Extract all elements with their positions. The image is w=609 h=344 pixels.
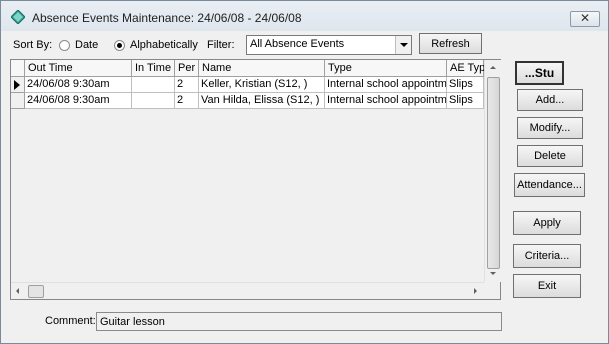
row-indicator[interactable]: [11, 77, 25, 93]
window-title: Absence Events Maintenance: 24/06/08 - 2…: [32, 11, 302, 25]
column-header-per[interactable]: Per: [175, 60, 199, 77]
table-cell[interactable]: Internal school appointme: [325, 93, 447, 109]
student-button-label: ...Stu: [524, 66, 555, 80]
sort-alphabetically-label: Alphabetically: [130, 39, 198, 51]
delete-button[interactable]: Delete: [517, 145, 583, 167]
table-cell[interactable]: [132, 93, 175, 109]
comment-field[interactable]: Guitar lesson: [96, 312, 502, 331]
apply-button-label: Apply: [533, 217, 561, 229]
exit-button-label: Exit: [537, 280, 557, 292]
add-button-label: Add...: [535, 94, 565, 106]
filter-value: All Absence Events: [250, 38, 345, 50]
comment-label: Comment:: [45, 315, 96, 327]
column-header-out-time[interactable]: Out Time: [25, 60, 132, 77]
chevron-down-icon[interactable]: [395, 36, 411, 54]
table-cell[interactable]: Keller, Kristian (S12, ): [199, 77, 325, 93]
attendance-button-label: Attendance...: [517, 179, 582, 191]
absence-events-grid[interactable]: Out Time In Time Per Name Type AE Typ 24…: [10, 59, 501, 300]
close-icon: ✕: [580, 11, 591, 25]
close-button[interactable]: ✕: [570, 11, 600, 27]
scroll-up-icon[interactable]: [490, 66, 496, 69]
criteria-button-label: Criteria...: [524, 250, 570, 262]
app-diamond-icon: [11, 10, 25, 24]
horizontal-scrollbar[interactable]: [11, 282, 484, 299]
table-cell[interactable]: Slips: [447, 93, 484, 109]
sort-date-radio[interactable]: [59, 40, 70, 51]
refresh-button[interactable]: Refresh: [419, 33, 482, 54]
filter-select[interactable]: All Absence Events: [246, 35, 412, 55]
table-cell[interactable]: 24/06/08 9:30am: [25, 93, 132, 109]
table-cell[interactable]: 24/06/08 9:30am: [25, 77, 132, 93]
column-header-in-time[interactable]: In Time: [132, 60, 175, 77]
column-header-type[interactable]: Type: [325, 60, 447, 77]
attendance-button[interactable]: Attendance...: [514, 173, 585, 197]
criteria-button[interactable]: Criteria...: [513, 244, 581, 268]
title-bar: Absence Events Maintenance: 24/06/08 - 2…: [1, 1, 608, 31]
table-cell[interactable]: Internal school appointme: [325, 77, 447, 93]
current-row-arrow-icon: [14, 80, 20, 90]
delete-button-label: Delete: [534, 150, 566, 162]
table-cell[interactable]: Slips: [447, 77, 484, 93]
exit-button[interactable]: Exit: [513, 274, 581, 298]
scroll-left-icon[interactable]: [16, 288, 19, 294]
column-header-name[interactable]: Name: [199, 60, 325, 77]
absence-events-window: Absence Events Maintenance: 24/06/08 - 2…: [0, 0, 609, 344]
sort-alphabetically-radio[interactable]: [114, 40, 125, 51]
scroll-right-icon[interactable]: [474, 288, 477, 294]
comment-value: Guitar lesson: [100, 316, 165, 328]
table-cell[interactable]: 2: [175, 77, 199, 93]
vertical-scroll-thumb[interactable]: [487, 77, 500, 269]
scroll-down-icon[interactable]: [490, 272, 496, 275]
column-header-ae-type[interactable]: AE Typ: [447, 60, 485, 77]
horizontal-scroll-thumb[interactable]: [28, 285, 44, 298]
apply-button[interactable]: Apply: [513, 211, 581, 235]
modify-button-label: Modify...: [529, 122, 571, 134]
vertical-scrollbar[interactable]: [484, 60, 501, 282]
add-button[interactable]: Add...: [517, 89, 583, 111]
filter-label: Filter:: [207, 39, 235, 51]
table-cell[interactable]: [132, 77, 175, 93]
modify-button[interactable]: Modify...: [517, 117, 583, 139]
refresh-button-label: Refresh: [431, 38, 470, 50]
row-indicator[interactable]: [11, 93, 25, 109]
table-cell[interactable]: Van Hilda, Elissa (S12, ): [199, 93, 325, 109]
sort-by-label: Sort By:: [13, 39, 53, 51]
student-button[interactable]: ...Stu: [515, 61, 564, 85]
grid-corner-header: [11, 60, 25, 77]
table-cell[interactable]: 2: [175, 93, 199, 109]
sort-date-label: Date: [75, 39, 99, 51]
